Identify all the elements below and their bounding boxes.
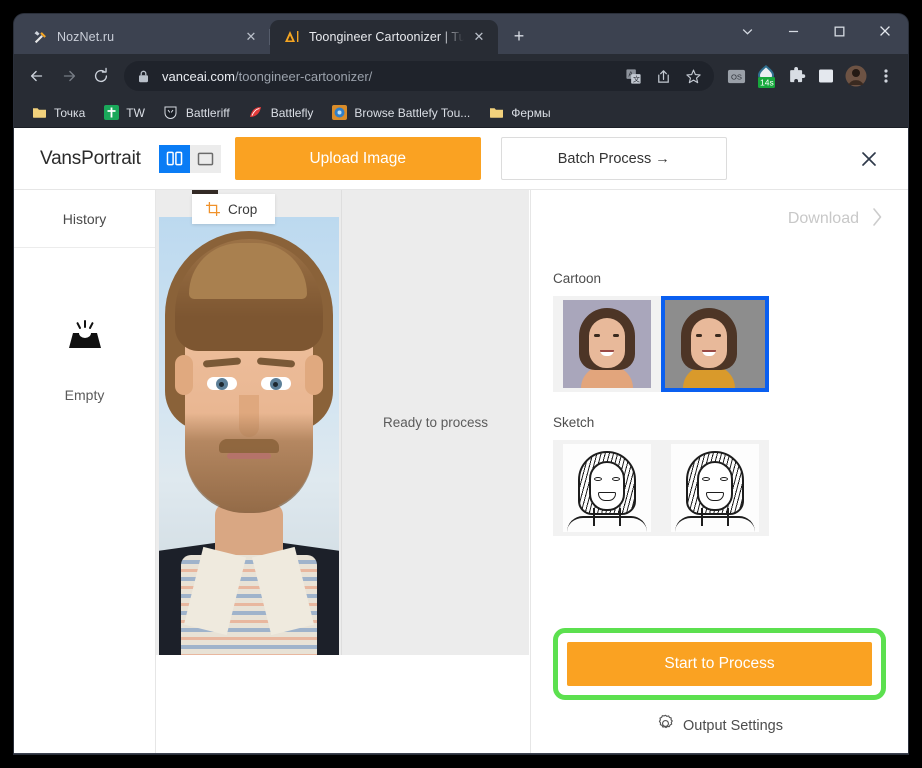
translate-icon[interactable]: A 文 <box>620 63 646 89</box>
sketch-style-2[interactable] <box>661 440 769 536</box>
bookmark-label: TW <box>126 105 145 120</box>
profile-avatar[interactable] <box>842 61 870 91</box>
battleriff-icon <box>163 105 179 121</box>
sketch-section-title: Sketch <box>553 415 595 430</box>
back-icon[interactable] <box>22 61 52 91</box>
download-label: Download <box>787 210 859 227</box>
process-status-label: Ready to process <box>382 415 489 430</box>
bookmark-label: Browse Battlefy Tou... <box>354 105 471 120</box>
canvas-area: Crop Ready to process <box>156 190 530 753</box>
bookmark-tw[interactable]: TW <box>96 102 152 124</box>
page-content: VansPortrait Upload Image Batch Process … <box>14 128 908 753</box>
puzzle-extensions-icon[interactable] <box>782 61 810 91</box>
split-view-icon[interactable] <box>158 144 190 173</box>
timer-badge-text: 14s <box>760 78 774 88</box>
window-controls <box>724 14 908 48</box>
tab-strip: NozNet.ru ✕ Toongineer Cartoonizer | Tur… <box>14 14 908 54</box>
bookmark-label: Фермы <box>511 105 551 120</box>
browser-window: NozNet.ru ✕ Toongineer Cartoonizer | Tur… <box>14 14 908 754</box>
canvas-split: Crop Ready to process <box>156 190 529 655</box>
three-dot-menu[interactable] <box>872 61 900 91</box>
bookmark-fermy[interactable]: Фермы <box>481 102 557 124</box>
output-settings-label: Output Settings <box>683 717 783 734</box>
bookmark-label: Точка <box>54 105 86 120</box>
address-bar[interactable]: vanceai.com/toongineer-cartoonizer/ A 文 <box>124 61 714 91</box>
folder-icon <box>488 105 504 121</box>
tab-close-icon[interactable]: ✕ <box>470 28 488 46</box>
start-button-highlight: Start to Process <box>553 628 886 700</box>
app-body: History Empty Crop Ready to process Down… <box>14 190 908 753</box>
os-badge-text: OS <box>730 72 741 81</box>
gear-icon <box>656 714 675 737</box>
maximize-icon[interactable] <box>816 14 862 48</box>
crop-label: Crop <box>228 201 258 217</box>
tools-icon <box>32 29 48 45</box>
omnibox-icons: A 文 <box>620 63 706 89</box>
tab-close-icon[interactable]: ✕ <box>242 28 260 46</box>
bookmark-label: Battleriff <box>185 105 230 120</box>
os-extension-icon[interactable]: OS <box>722 61 750 91</box>
batch-process-button[interactable]: Batch Process → <box>500 137 727 180</box>
bookmarks-bar: Точка TW Battleriff Battlefly Browse Bat… <box>14 98 908 128</box>
sketch-style-list <box>553 440 886 536</box>
vanceai-icon <box>284 29 300 45</box>
source-portrait-photo[interactable] <box>158 217 339 655</box>
cartoon-style-2[interactable] <box>661 296 769 392</box>
chevron-right-icon <box>869 205 886 234</box>
source-image-pane: Crop <box>156 190 342 655</box>
history-empty-state: Empty <box>14 248 155 753</box>
reload-icon[interactable] <box>86 61 116 91</box>
battlefy-icon <box>331 105 347 121</box>
url-domain: vanceai.com <box>162 68 235 84</box>
battlefly-icon <box>248 105 264 121</box>
bookmark-battlefly[interactable]: Battlefly <box>241 102 321 124</box>
folder-icon <box>31 105 47 121</box>
app-header: VansPortrait Upload Image Batch Process … <box>14 128 908 190</box>
options-panel: Download Cartoon Sketch Start to Process… <box>530 190 908 753</box>
view-mode-toggle <box>158 144 221 173</box>
sketch-style-1[interactable] <box>553 440 661 536</box>
browser-tab-noznet[interactable]: NozNet.ru ✕ <box>18 20 270 54</box>
bookmark-tochka[interactable]: Точка <box>24 102 92 124</box>
browser-toolbar: vanceai.com/toongineer-cartoonizer/ A 文 <box>14 54 908 98</box>
output-settings-button[interactable]: Output Settings <box>553 714 886 737</box>
app-close-icon[interactable] <box>856 146 882 172</box>
crop-button[interactable]: Crop <box>192 194 276 224</box>
history-title: History <box>14 190 155 248</box>
single-view-icon[interactable] <box>189 144 221 173</box>
url-path: /toongineer-cartoonizer/ <box>234 68 373 84</box>
bookmark-label: Battlefly <box>270 105 314 120</box>
forward-icon[interactable] <box>54 61 84 91</box>
bookmark-star-icon[interactable] <box>680 63 706 89</box>
bookmark-browse-battlefy[interactable]: Browse Battlefy Tou... <box>324 102 477 124</box>
timer-14s-icon[interactable]: 14s <box>752 61 780 91</box>
tab-title: NozNet.ru <box>57 30 115 44</box>
result-pane: Ready to process <box>342 190 529 655</box>
lock-icon <box>138 70 152 83</box>
history-empty-label: Empty <box>64 387 105 403</box>
bookmark-battleriff[interactable]: Battleriff <box>156 102 237 124</box>
chevron-down-icon[interactable] <box>724 14 770 48</box>
inbox-empty-icon <box>65 320 105 357</box>
svg-text:文: 文 <box>632 74 639 83</box>
download-row[interactable]: Download <box>553 190 886 248</box>
cartoon-style-list <box>553 296 886 392</box>
side-panel-icon[interactable] <box>812 61 840 91</box>
app-brand: VansPortrait <box>40 147 141 169</box>
new-tab-button[interactable]: + <box>504 21 534 51</box>
tab-title: Toongineer Cartoonizer | Turn Ph <box>309 30 464 44</box>
crop-icon <box>206 202 220 216</box>
tw-icon <box>103 105 119 121</box>
history-sidebar: History Empty <box>14 190 156 753</box>
cartoon-style-1[interactable] <box>553 296 661 392</box>
close-icon[interactable] <box>862 14 908 48</box>
upload-image-button[interactable]: Upload Image <box>234 137 481 180</box>
minimize-icon[interactable] <box>770 14 816 48</box>
start-to-process-button[interactable]: Start to Process <box>567 642 872 686</box>
share-icon[interactable] <box>650 63 676 89</box>
url-text: vanceai.com/toongineer-cartoonizer/ <box>162 69 620 84</box>
cartoon-section-title: Cartoon <box>553 271 602 286</box>
browser-tab-toongineer[interactable]: Toongineer Cartoonizer | Turn Ph ✕ <box>270 20 498 54</box>
options-spacer <box>553 536 886 628</box>
